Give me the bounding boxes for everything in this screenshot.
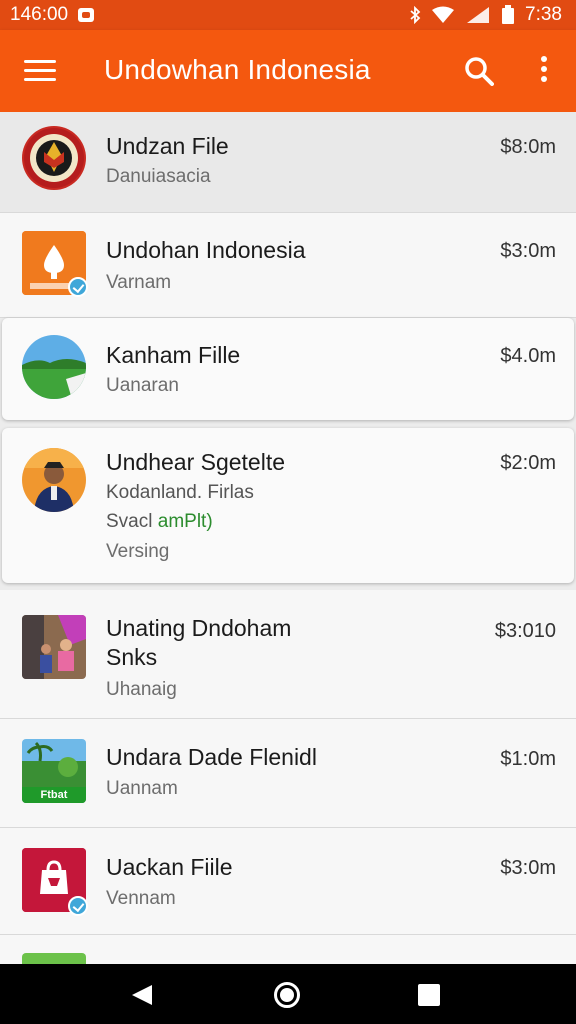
bluetooth-icon	[409, 6, 421, 24]
item-price: $3:0m	[500, 857, 556, 879]
item-title-line2: Snks	[106, 644, 158, 670]
status-time: 146:00	[10, 4, 69, 25]
battery-icon	[501, 5, 515, 25]
item-subtitle: Uannam	[106, 778, 178, 799]
list-item[interactable]: Undhear Sgetelte Kodanland. Firlas Svacl…	[2, 428, 574, 583]
item-price: $2:0m	[500, 452, 556, 474]
street-photo-icon	[22, 615, 86, 679]
verified-badge-icon	[68, 896, 88, 916]
item-title: Unating Dndoham	[106, 615, 292, 641]
list-item[interactable]	[0, 935, 576, 964]
palm-photo-icon: Ftbat	[22, 739, 86, 803]
item-price: $3:010	[494, 620, 556, 642]
item-tagline-b: amPlt)	[157, 511, 213, 532]
item-subtitle: Danuiasacia	[106, 166, 211, 187]
item-price: $8:0m	[500, 136, 556, 158]
item-subtitle: Kodanland. Firlas	[106, 482, 254, 503]
overflow-menu-icon[interactable]	[536, 56, 552, 86]
list-item[interactable]: Undzan File Danuiasacia $8:0m	[0, 112, 576, 213]
app-title: Undowhan Indonesia	[104, 54, 371, 85]
hamburger-menu-icon[interactable]	[24, 58, 56, 84]
app-bar: Undowhan Indonesia	[0, 30, 576, 112]
thumb-label: Ftbat	[40, 789, 68, 801]
signal-icon	[465, 6, 491, 24]
item-title: Undohan Indonesia	[106, 237, 306, 263]
thumbnail-icon	[22, 953, 86, 964]
file-list: Undzan File Danuiasacia $8:0m Undohan In…	[0, 112, 576, 964]
item-price: $3:0m	[500, 240, 556, 262]
item-version: Versing	[106, 541, 170, 562]
search-icon[interactable]	[464, 56, 494, 91]
list-item[interactable]: Ftbat Undara Dade Flenidl Uannam $1:0m	[0, 719, 576, 828]
verified-badge-icon	[68, 277, 88, 297]
list-item[interactable]: Undohan Indonesia Varnam $3:0m	[0, 213, 576, 318]
person-photo-icon	[22, 448, 86, 512]
home-icon[interactable]	[274, 982, 300, 1008]
item-tagline: Svacl amPlt)	[106, 510, 213, 534]
list-item[interactable]: Kanham Fille Uanaran $4.0m	[2, 318, 574, 420]
wifi-icon	[431, 6, 455, 24]
navigation-bar	[0, 964, 576, 1024]
item-title: Undhear Sgetelte	[106, 449, 286, 475]
item-subtitle: Varnam	[106, 272, 172, 293]
landscape-icon	[22, 335, 86, 399]
item-title: Undara Dade Flenidl	[106, 744, 317, 770]
item-tagline-a: Svacl	[106, 511, 158, 532]
item-price: $1:0m	[500, 748, 556, 770]
list-item[interactable]: Unating Dndoham Snks Uhanaig $3:010	[0, 590, 576, 719]
item-subtitle: Uanaran	[106, 375, 179, 396]
status-bar: 146:00 7:38	[0, 0, 576, 30]
status-clock: 7:38	[525, 4, 562, 25]
item-title: Undzan File	[106, 133, 229, 159]
back-icon[interactable]	[130, 983, 154, 1012]
list-item[interactable]: Uackan Fiile Vennam $3:0m	[0, 828, 576, 935]
notification-icon	[78, 8, 95, 22]
item-subtitle: Uhanaig	[106, 679, 177, 700]
recent-apps-icon[interactable]	[418, 984, 440, 1006]
item-title: Uackan Fiile	[106, 854, 233, 880]
item-price: $4.0m	[500, 345, 556, 367]
emblem-icon	[22, 126, 86, 190]
item-title: Kanham Fille	[106, 342, 241, 368]
item-subtitle: Vennam	[106, 888, 176, 909]
